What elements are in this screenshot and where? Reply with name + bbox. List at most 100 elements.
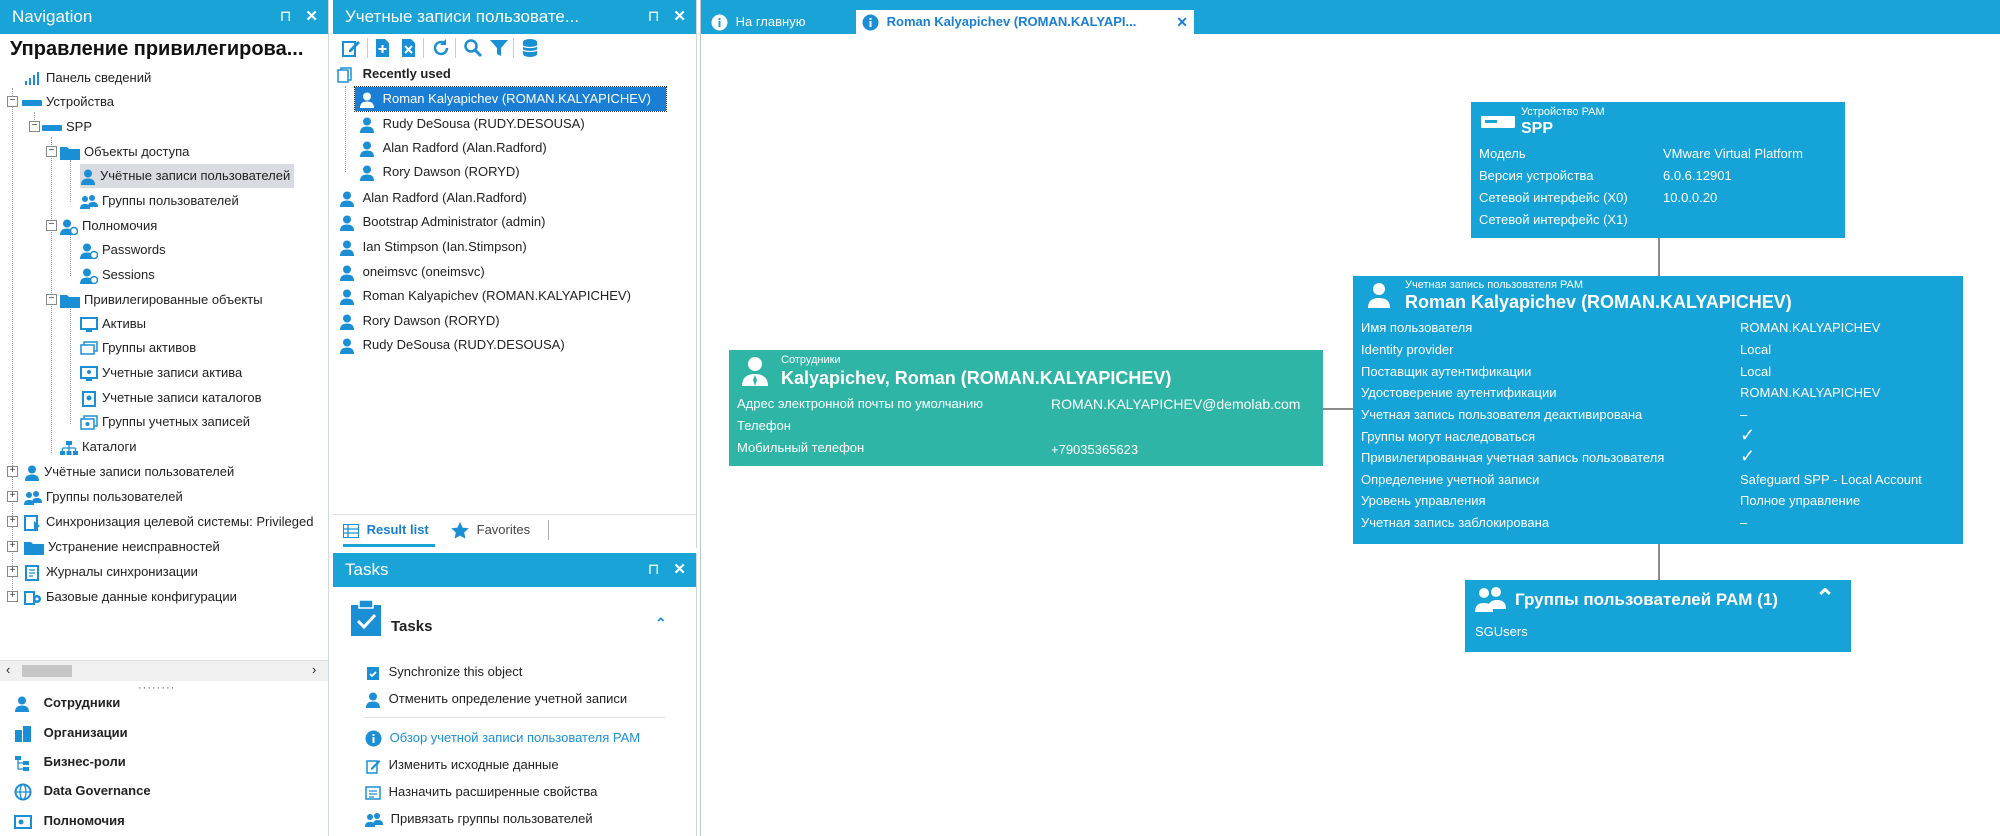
tree-item-priv-objects[interactable]: Привилегированные объекты — [60, 288, 263, 312]
tree-item-permissions[interactable]: Полномочия — [60, 214, 157, 238]
scrollbar-thumb[interactable] — [22, 665, 72, 677]
database-icon[interactable] — [521, 38, 541, 58]
delete-record-icon[interactable] — [399, 38, 419, 58]
tree-item-user-groups-sub[interactable]: Группы пользователей — [80, 189, 239, 213]
list-item[interactable]: oneimsvc (oneimsvc) — [335, 260, 485, 284]
list-item[interactable]: Ian Stimpson (Ian.Stimpson) — [335, 235, 527, 259]
close-icon[interactable]: ✕ — [305, 8, 318, 25]
tree-item-sync-logs[interactable]: Журналы синхронизации — [24, 560, 198, 584]
groups-item[interactable]: SGUsers — [1475, 624, 1528, 639]
nav-business-roles[interactable]: Бизнес-роли — [14, 747, 126, 776]
expander-devices[interactable]: − — [7, 96, 18, 107]
pin-icon[interactable]: ⊓ — [280, 8, 292, 25]
nav-employees[interactable]: Сотрудники — [14, 688, 120, 717]
task-cancel-account-definition[interactable]: Отменить определение учетной записи — [365, 686, 627, 712]
account-card[interactable]: Учетная запись пользователя PAM Roman Ka… — [1353, 276, 1963, 544]
list-item[interactable]: Rory Dawson (RORYD) — [335, 309, 500, 333]
close-tab-icon[interactable]: ✕ — [1176, 10, 1188, 34]
tree-item-top-user-groups[interactable]: Группы пользователей — [24, 485, 183, 509]
expander-top-user-accounts[interactable]: + — [7, 466, 18, 477]
tree-item-assets[interactable]: Активы — [80, 312, 146, 336]
device-card[interactable]: Устройство PAM SPP Модель VMware Virtual… — [1471, 102, 1845, 238]
task-overview[interactable]: Обзор учетной записи пользователя PAM — [365, 725, 640, 751]
refresh-icon[interactable] — [431, 38, 451, 58]
employee-card[interactable]: Сотрудники Kalyapichev, Roman (ROMAN.KAL… — [729, 350, 1323, 466]
scroll-left-icon[interactable]: ‹ — [6, 662, 10, 677]
expander-access-objects[interactable]: − — [46, 146, 57, 157]
tree-item-account-groups[interactable]: Группы учетных записей — [80, 410, 250, 434]
search-icon[interactable] — [463, 38, 483, 58]
filter-icon[interactable] — [489, 38, 509, 58]
tree-item-catalogs[interactable]: Каталоги — [60, 435, 137, 459]
tab-account-overview[interactable]: Roman Kalyapichev (ROMAN.KALYAPI... ✕ — [856, 10, 1194, 34]
monitor-account-icon — [80, 365, 98, 381]
new-record-icon[interactable] — [373, 38, 393, 58]
expander-spp[interactable]: − — [29, 121, 40, 132]
tree-item-user-accounts[interactable]: Учётные записи пользователей — [80, 164, 295, 188]
expander-sync-logs[interactable]: + — [7, 566, 18, 577]
tree-item-base-config[interactable]: Базовые данные конфигурации — [24, 585, 237, 609]
expander-sync[interactable]: + — [7, 516, 18, 527]
tree-item-sessions[interactable]: Sessions — [80, 263, 155, 287]
close-icon[interactable]: ✕ — [673, 8, 686, 25]
tree-item-dashboard[interactable]: Панель сведений — [24, 66, 151, 90]
star-icon — [451, 522, 469, 539]
nav-permissions[interactable]: Полномочия — [14, 806, 125, 835]
list-item[interactable]: Roman Kalyapichev (ROMAN.KALYAPICHEV) — [335, 284, 631, 308]
task-link-user-groups[interactable]: Привязать группы пользователей — [365, 806, 593, 832]
tree-item-devices[interactable]: Устройства — [22, 90, 114, 114]
list-item-recent[interactable]: Alan Radford (Alan.Radford) — [355, 136, 547, 160]
list-item-recent[interactable]: Roman Kalyapichev (ROMAN.KALYAPICHEV) — [354, 86, 667, 112]
list-item[interactable]: Bootstrap Administrator (admin) — [335, 210, 545, 234]
expander-troubleshooting[interactable]: + — [7, 541, 18, 552]
account-row-value: – — [1740, 407, 1748, 422]
tree-item-asset-accounts[interactable]: Учетные записи актива — [80, 361, 242, 385]
tree-item-asset-groups[interactable]: Группы активов — [80, 336, 196, 360]
tree-item-sync[interactable]: Синхронизация целевой системы: Privilege… — [24, 510, 313, 534]
tree-item-passwords[interactable]: Passwords — [80, 238, 166, 262]
list-item-recent[interactable]: Rudy DeSousa (RUDY.DESOUSA) — [355, 112, 585, 136]
list-item[interactable]: Rudy DeSousa (RUDY.DESOUSA) — [335, 333, 565, 357]
collapse-icon[interactable]: ⌃ — [1815, 584, 1835, 613]
expander-permissions[interactable]: − — [46, 220, 57, 231]
tree-item-top-user-accounts[interactable]: Учётные записи пользователей — [24, 460, 234, 484]
pin-icon[interactable]: ⊓ — [648, 561, 660, 578]
nav-data-governance[interactable]: Data Governance — [14, 776, 151, 805]
collapse-tasks-icon[interactable]: ⌃ — [655, 615, 667, 632]
user-group-icon — [1475, 587, 1506, 612]
list-item[interactable]: Alan Radford (Alan.Radford) — [335, 186, 527, 210]
close-icon[interactable]: ✕ — [673, 561, 686, 578]
recently-used-group[interactable]: Recently used — [337, 62, 451, 86]
expander-priv-objects[interactable]: − — [46, 294, 57, 305]
tab-result-list[interactable]: Result list — [343, 518, 435, 547]
task-assign-extended-properties[interactable]: Назначить расширенные свойства — [365, 779, 597, 805]
task-edit-master-data[interactable]: Изменить исходные данные — [365, 752, 559, 778]
user-icon — [366, 692, 380, 708]
nav-organizations[interactable]: Организации — [14, 718, 128, 747]
tree-item-access-objects[interactable]: Объекты доступа — [60, 140, 189, 164]
account-row-value: Local — [1740, 364, 1772, 379]
user-icon — [25, 465, 39, 481]
expander-top-user-groups[interactable]: + — [7, 491, 18, 502]
tree-item-directory-accounts[interactable]: Учетные записи каталогов — [80, 386, 262, 410]
groups-card[interactable]: Группы пользователей PAM (1) ⌃ SGUsers — [1465, 580, 1851, 652]
pin-icon[interactable]: ⊓ — [648, 8, 660, 25]
device-name: SPP — [1521, 120, 1554, 137]
edit-icon — [366, 759, 381, 774]
list-panel: Учетные записи пользовате... ⊓ ✕ Recently… — [333, 0, 697, 548]
tree-item-troubleshooting[interactable]: Устранение неисправностей — [24, 535, 220, 559]
edit-record-icon[interactable] — [341, 38, 361, 58]
scroll-right-icon[interactable]: › — [312, 662, 316, 677]
user-icon — [360, 92, 374, 108]
splitter-grip[interactable]: ········ — [138, 682, 175, 694]
tab-home[interactable]: На главную — [711, 10, 805, 34]
task-synchronize[interactable]: Synchronize this object — [365, 659, 522, 685]
navigation-titlebar: Navigation ⊓ ✕ — [0, 0, 328, 34]
expander-base-config[interactable]: + — [7, 591, 18, 602]
horizontal-scrollbar[interactable]: ‹ › — [0, 660, 328, 681]
tree-item-spp[interactable]: SPP — [42, 115, 92, 139]
tab-favorites[interactable]: Favorites — [451, 518, 530, 544]
user-group-icon — [365, 812, 383, 827]
list-item-recent[interactable]: Rory Dawson (RORYD) — [355, 160, 520, 184]
sync-target-icon — [24, 514, 40, 531]
